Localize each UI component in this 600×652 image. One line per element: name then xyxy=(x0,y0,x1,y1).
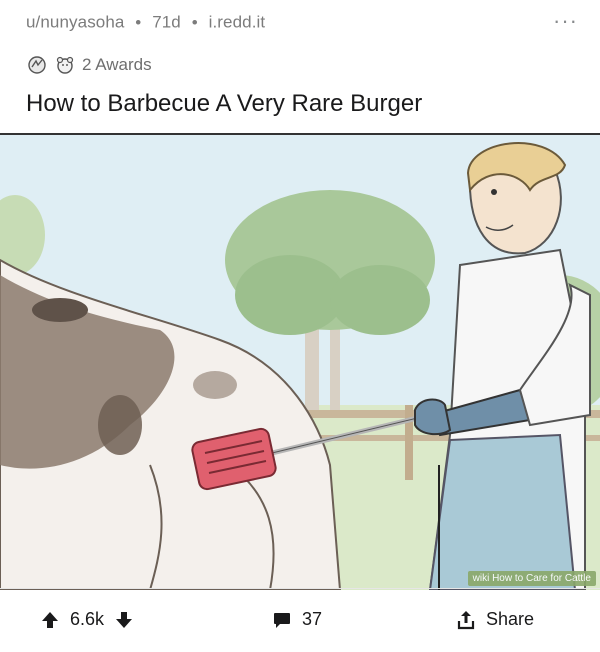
share-button[interactable]: Share xyxy=(456,609,534,630)
up-arrow-icon[interactable] xyxy=(40,610,60,630)
share-upload-icon xyxy=(457,610,475,629)
post-meta: u/nunyasoha • 71d • i.redd.it xyxy=(26,12,265,33)
separator-dot: • xyxy=(135,12,142,32)
illustration-cow-and-man xyxy=(0,135,600,590)
awards-row[interactable]: 2 Awards xyxy=(26,54,152,76)
vote-group: 6.6k xyxy=(40,609,134,630)
watermark: wiki How to Care for Cattle xyxy=(467,571,596,586)
score-count: 6.6k xyxy=(70,609,105,629)
award-icon xyxy=(56,56,74,74)
domain-link[interactable]: i.redd.it xyxy=(209,13,266,32)
comments-count: 37 xyxy=(302,609,323,629)
down-arrow-icon[interactable] xyxy=(114,610,134,630)
post-header: u/nunyasoha • 71d • i.redd.it ··· 2 Awar… xyxy=(0,0,600,133)
post-age: 71d xyxy=(152,12,181,32)
share-label: Share xyxy=(486,609,535,629)
more-options-button[interactable]: ··· xyxy=(553,8,578,34)
speech-bubble-icon xyxy=(274,612,290,628)
comments-button[interactable]: 37 xyxy=(272,609,322,630)
author-link[interactable]: u/nunyasoha xyxy=(26,13,124,32)
separator-dot: • xyxy=(191,12,198,32)
award-icon xyxy=(28,56,46,74)
awards-count: 2 Awards xyxy=(82,55,152,74)
post-image[interactable]: wiki How to Care for Cattle xyxy=(0,133,600,590)
post-title[interactable]: How to Barbecue A Very Rare Burger xyxy=(26,90,422,118)
post-actions-bar: 6.6k 37 Share xyxy=(0,588,600,652)
